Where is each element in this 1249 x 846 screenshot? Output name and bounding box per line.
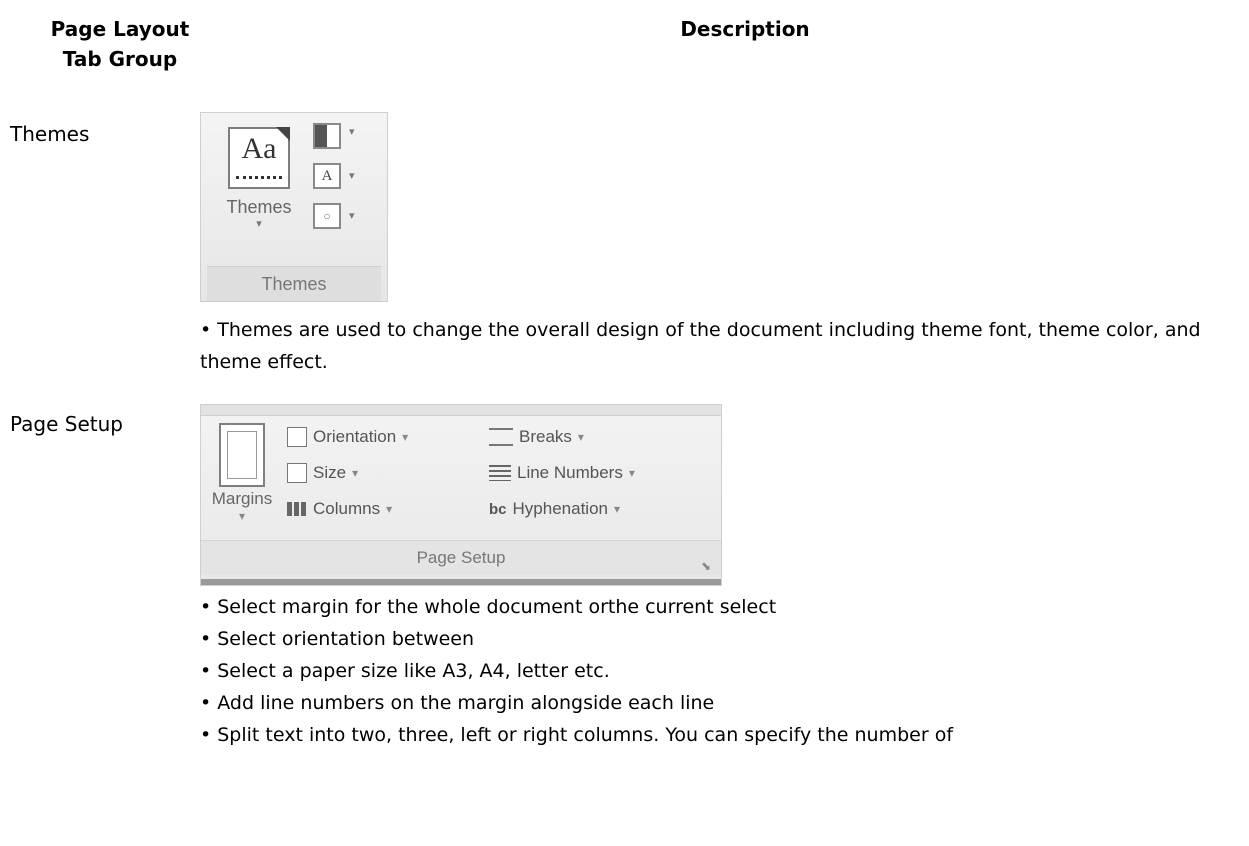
header-left-line2: Tab Group <box>62 47 178 71</box>
columns-label: Columns <box>313 499 381 518</box>
header-left-line1: Page Layout <box>50 17 190 41</box>
row-label-page-setup: Page Setup <box>10 412 123 436</box>
size-icon <box>287 463 307 483</box>
list-item: • Split text into two, three, left or ri… <box>200 724 954 746</box>
chevron-down-icon: ▾ <box>402 430 409 444</box>
line-numbers-icon <box>489 465 511 481</box>
theme-fonts-icon: A ▾ <box>313 163 355 189</box>
theme-colors-icon: ▾ <box>313 123 355 149</box>
margins-icon <box>219 423 265 487</box>
chevron-down-icon: ▾ <box>352 466 359 480</box>
theme-effects-icon: ○ ▾ <box>313 203 355 229</box>
list-item: • Select margin for the whole document o… <box>200 596 777 618</box>
chevron-down-icon: ▾ <box>613 502 621 516</box>
margins-button[interactable]: Margins ▾ <box>209 423 275 523</box>
list-item: • Select orientation between <box>200 628 475 650</box>
theme-colors-button[interactable]: ▾ <box>313 123 373 155</box>
theme-effects-button[interactable]: ○ ▾ <box>313 203 373 235</box>
hyphenation-icon: bc <box>489 500 507 518</box>
columns-button[interactable]: Columns ▾ <box>287 499 392 519</box>
size-label: Size <box>313 463 347 482</box>
theme-fonts-button[interactable]: A ▾ <box>313 163 373 195</box>
chevron-down-icon: ▾ <box>386 502 393 516</box>
line-numbers-button[interactable]: Line Numbers ▾ <box>489 463 635 483</box>
themes-aa-icon: Aa <box>228 127 290 189</box>
chevron-down-icon: ▾ <box>256 218 262 230</box>
themes-description: • Themes are used to change the overall … <box>200 319 1201 373</box>
chevron-down-icon: ▾ <box>238 509 246 523</box>
header-left: Page Layout Tab Group <box>10 14 230 74</box>
page-setup-group-title: Page Setup <box>201 540 721 575</box>
themes-button[interactable]: Aa Themes ▾ <box>211 123 307 253</box>
size-button[interactable]: Size ▾ <box>287 463 358 483</box>
columns-icon <box>287 502 307 516</box>
themes-button-label: Themes <box>226 197 292 217</box>
header-description: Description <box>680 17 810 41</box>
breaks-button[interactable]: Breaks ▾ <box>489 427 584 447</box>
themes-ribbon-group: Aa Themes ▾ ▾ A ▾ ○ ▾ Themes <box>200 112 388 302</box>
breaks-label: Breaks <box>519 427 572 446</box>
dialog-launcher-icon[interactable]: ⬊ <box>701 559 711 573</box>
page-setup-ribbon-group: Margins ▾ Orientation ▾ Size ▾ Columns ▾… <box>200 404 722 586</box>
page-setup-bullets: • Select margin for the whole document o… <box>200 591 1240 751</box>
breaks-icon <box>489 428 513 446</box>
line-numbers-label: Line Numbers <box>517 463 623 482</box>
hyphenation-button[interactable]: bc Hyphenation ▾ <box>489 499 620 519</box>
margins-button-label: Margins <box>211 489 273 508</box>
ribbon-tab-edge <box>201 405 721 416</box>
list-item: • Select a paper size like A3, A4, lette… <box>200 660 610 682</box>
chevron-down-icon: ▾ <box>628 466 635 480</box>
themes-group-title: Themes <box>207 266 381 301</box>
orientation-icon <box>287 427 307 447</box>
row-label-themes: Themes <box>10 122 90 146</box>
hyphenation-label: Hyphenation <box>512 499 608 518</box>
list-item: • Add line numbers on the margin alongsi… <box>200 692 715 714</box>
chevron-down-icon: ▾ <box>577 430 584 444</box>
ribbon-bottom-border <box>201 579 721 585</box>
orientation-button[interactable]: Orientation ▾ <box>287 427 408 447</box>
orientation-label: Orientation <box>313 427 397 446</box>
